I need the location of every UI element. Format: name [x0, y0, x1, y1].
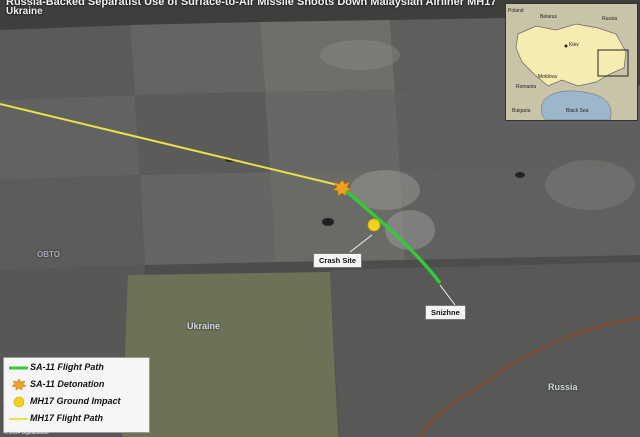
inset-label-belarus: Belarus: [540, 14, 557, 20]
terrain-tile: [140, 172, 275, 265]
map-legend: SA-11 Flight Path SA-11 Detonation MH17 …: [3, 357, 150, 433]
terrain-tile: [265, 90, 400, 172]
explosion-icon: [8, 378, 30, 391]
inset-label-moldova: Moldova: [538, 74, 557, 80]
terrain-tile: [0, 175, 145, 270]
legend-label: SA-11 Flight Path: [30, 362, 104, 372]
legend-label: MH17 Flight Path: [30, 413, 104, 423]
legend-item-sa11-path: SA-11 Flight Path: [8, 361, 104, 373]
imagery-credit: © 2014 DigitalGlobe: [4, 430, 49, 436]
stray-map-text: OBTO: [37, 250, 60, 259]
terrain-tile: [0, 95, 140, 180]
inset-kiev-dot: [564, 44, 568, 48]
mh17-ground-impact-marker: [367, 218, 381, 232]
inset-locator-map: Poland Belarus Russia Kiev Romania Moldo…: [505, 3, 638, 121]
inset-label-black-sea: Black Sea: [566, 108, 589, 114]
green-line-icon: [8, 361, 30, 373]
legend-label: MH17 Ground Impact: [30, 396, 121, 406]
cloud-patch: [320, 40, 400, 70]
yellow-line-icon: [8, 412, 30, 424]
russia-label: Russia: [548, 382, 578, 392]
legend-item-mh17-path: MH17 Flight Path: [8, 412, 103, 424]
ukraine-highlight-region: [122, 272, 338, 437]
inset-label-poland: Poland: [508, 8, 524, 14]
water-body: [322, 218, 334, 226]
map-title: Russia-Backed Separatist Use of Surface-…: [6, 0, 497, 8]
legend-item-sa11-detonation: SA-11 Detonation: [8, 378, 105, 391]
snizhne-label: Snizhne: [425, 305, 466, 320]
inset-label-bulgaria: Bulgaria: [512, 108, 531, 114]
inset-label-kiev: Kiev: [569, 42, 579, 48]
terrain-tile: [390, 18, 505, 90]
inset-label-romania: Romania: [516, 84, 537, 90]
terrain-tile: [130, 22, 265, 95]
crash-site-label: Crash Site: [313, 253, 363, 268]
terrain-tile: [0, 25, 135, 100]
legend-item-ground-impact: MH17 Ground Impact: [8, 395, 121, 408]
cloud-patch: [545, 160, 635, 210]
terrain-tile: [135, 92, 270, 175]
legend-label: SA-11 Detonation: [30, 379, 105, 389]
water-body: [515, 172, 525, 178]
ukraine-label: Ukraine: [187, 321, 221, 331]
inset-label-russia: Russia: [602, 16, 618, 22]
map-subtitle: Ukraine: [6, 6, 43, 17]
impact-icon: [8, 395, 30, 408]
terrain-tile: [330, 262, 640, 437]
